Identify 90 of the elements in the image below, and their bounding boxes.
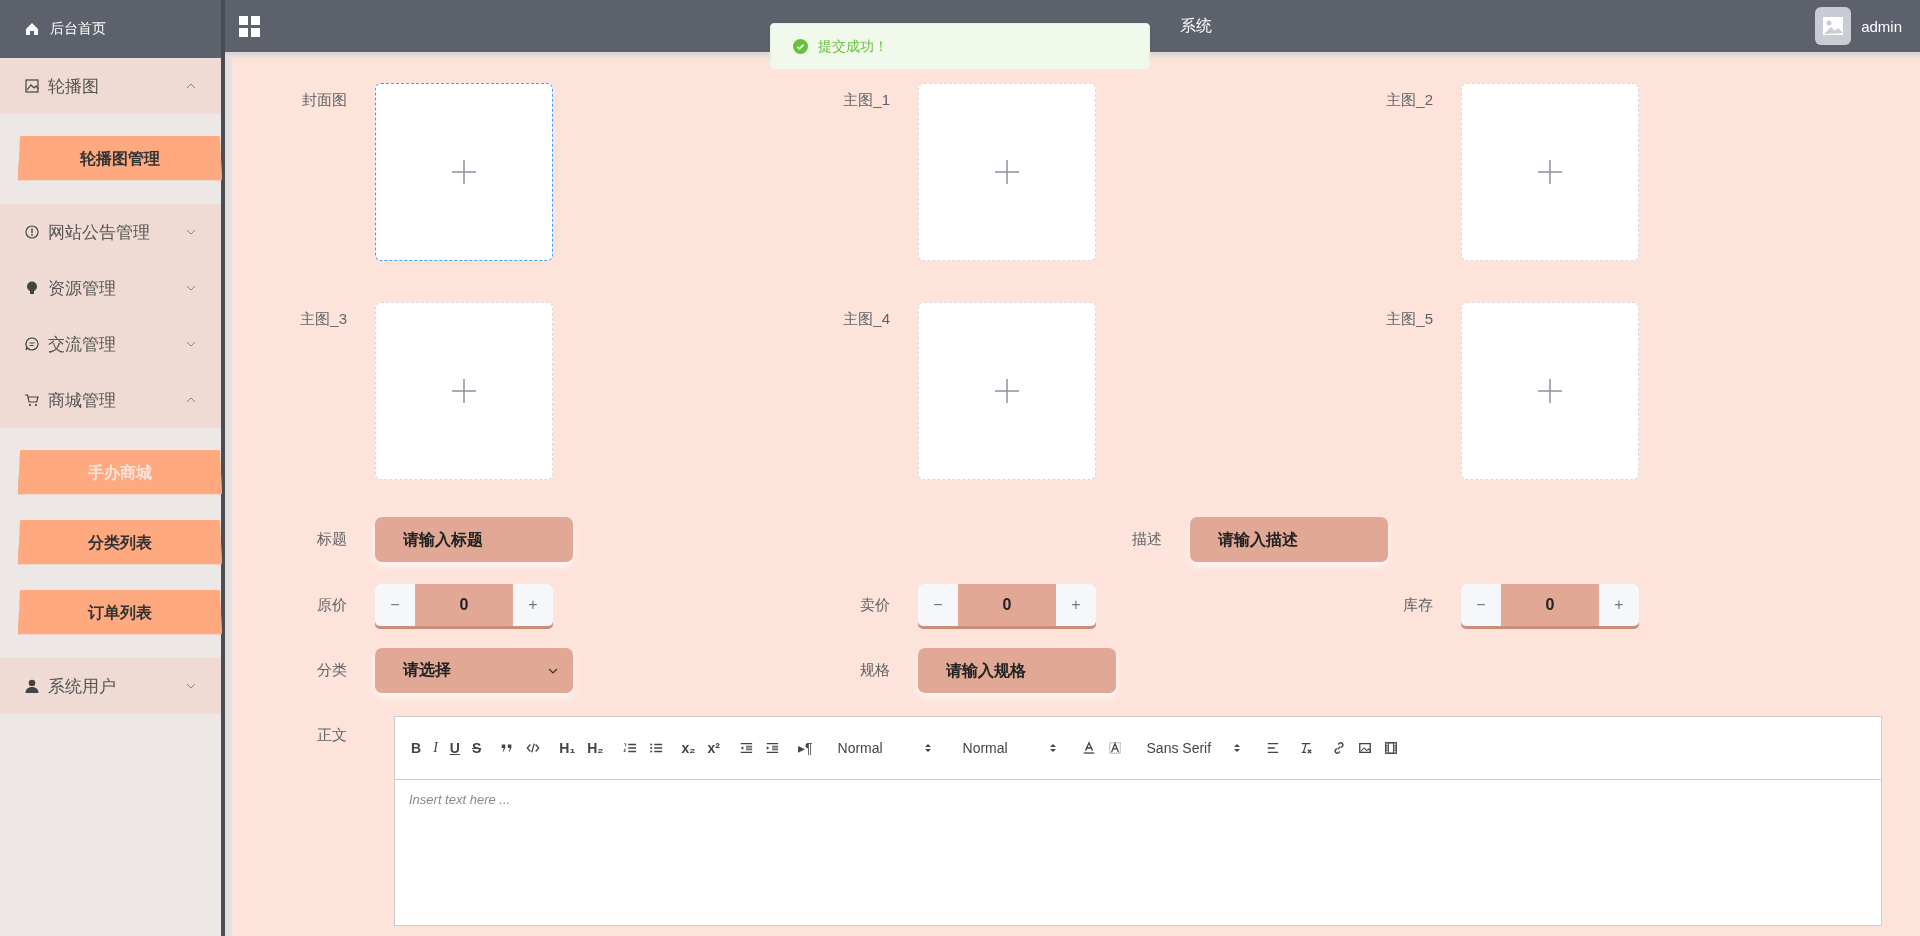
decrement-button[interactable]: − [918, 584, 958, 626]
username: admin [1861, 17, 1902, 35]
editor-placeholder: Insert text here ... [408, 791, 512, 809]
toast-message: 提交成功！ [818, 37, 888, 56]
page-title: 系统 [1180, 16, 1212, 34]
format-button[interactable]: H₂ [585, 737, 606, 759]
plus-icon [1537, 159, 1563, 185]
user-icon [24, 678, 40, 694]
menu-label: 系统用户 [48, 675, 117, 698]
plus-icon [451, 159, 477, 185]
format-button[interactable]: I [431, 737, 440, 759]
field-label: 原价 [316, 595, 347, 615]
submenu-item[interactable]: 轮播图管理 [18, 136, 222, 182]
success-icon [793, 39, 808, 54]
decrement-button[interactable]: − [375, 584, 415, 626]
format-button[interactable]: x² [705, 737, 722, 759]
bullet-list-icon [648, 741, 663, 755]
dropdown-picker[interactable]: Normal [829, 740, 940, 756]
plus-icon [451, 378, 477, 404]
menu-group[interactable]: 资源管理 [0, 260, 221, 316]
field-label: 规格 [859, 661, 890, 680]
submenu-item[interactable]: 订单列表 [18, 590, 222, 636]
menu-group[interactable]: 交流管理 [0, 316, 221, 372]
format-button[interactable]: ▸¶ [796, 737, 815, 759]
input-field[interactable]: 请输入规格 [918, 648, 1116, 693]
number-field[interactable]: − 0 + [1461, 584, 1639, 626]
link-icon [1331, 741, 1346, 755]
dropdown-picker[interactable]: Sans Serif [1138, 740, 1249, 756]
select-field[interactable]: 请选择 [375, 648, 573, 693]
format-button[interactable]: U [447, 737, 462, 759]
field-label: 主图_5 [1385, 309, 1433, 329]
field-label: 主图_3 [299, 309, 347, 329]
home-icon [24, 21, 40, 37]
chat-icon [24, 336, 40, 352]
grid-icon[interactable] [239, 15, 260, 37]
field-label: 描述 [1131, 530, 1162, 549]
align-icon [1265, 741, 1280, 755]
submenu-item[interactable]: 分类列表 [18, 520, 222, 566]
video-icon [1383, 741, 1398, 755]
menu-group[interactable]: 商城管理 [0, 372, 221, 428]
field-label: 主图_1 [842, 90, 890, 110]
field-label: 正文 [316, 725, 347, 745]
increment-button[interactable]: + [1599, 584, 1639, 626]
sort-arrows-icon [1048, 742, 1057, 754]
image-icon [24, 78, 40, 94]
field-label: 分类 [316, 661, 347, 680]
indent-icon [765, 741, 779, 755]
menu-label: 商城管理 [48, 389, 117, 412]
menu-group[interactable]: 系统用户 [0, 658, 221, 714]
field-label: 主图_4 [842, 309, 890, 329]
rich-text-editor[interactable]: B I U S H₁ H₂ x₂ x² ▸¶ Normal Normal Sans Serif Insert text here ... [394, 716, 1882, 926]
avatar-icon[interactable] [1815, 7, 1852, 45]
decrement-button[interactable]: − [1461, 584, 1501, 626]
format-button[interactable]: B [409, 737, 424, 759]
increment-button[interactable]: + [513, 584, 553, 626]
number-field[interactable]: − 0 + [918, 584, 1096, 626]
cart-icon [24, 392, 40, 408]
menu-group[interactable]: 网站公告管理 [0, 204, 221, 260]
menu-label: 轮播图 [48, 75, 100, 98]
background-icon [1107, 741, 1122, 755]
input-field[interactable]: 请输入标题 [375, 517, 573, 562]
plus-icon [994, 159, 1020, 185]
plus-icon [1537, 378, 1563, 404]
sort-arrows-icon [1232, 742, 1241, 754]
outdent-icon [739, 741, 753, 755]
field-label: 卖价 [859, 595, 890, 615]
format-button[interactable]: x₂ [679, 737, 698, 759]
image-icon [1357, 741, 1372, 755]
menu-label: 交流管理 [48, 333, 117, 356]
increment-button[interactable]: + [1056, 584, 1096, 626]
bulb-icon [24, 280, 40, 296]
code-icon [526, 741, 541, 755]
input-field[interactable]: 请输入描述 [1190, 517, 1388, 562]
menu-label: 网站公告管理 [48, 221, 151, 244]
dropdown-picker[interactable]: Normal [954, 740, 1065, 756]
field-label: 封面图 [301, 90, 347, 110]
info-icon [24, 224, 40, 240]
format-button[interactable]: S [469, 737, 484, 759]
number-field[interactable]: − 0 + [375, 584, 553, 626]
menu-group[interactable]: 轮播图 [0, 58, 221, 114]
field-label: 主图_2 [1385, 90, 1433, 110]
format-button[interactable]: H₁ [557, 737, 578, 759]
text-color-icon [1081, 741, 1096, 755]
sort-arrows-icon [923, 742, 932, 754]
field-label: 标题 [316, 530, 347, 549]
menu-label: 资源管理 [48, 277, 117, 300]
ordered-list-icon [622, 741, 637, 755]
home-link[interactable]: 后台首页 [0, 0, 221, 58]
plus-icon [994, 378, 1020, 404]
field-label: 库存 [1402, 595, 1433, 615]
